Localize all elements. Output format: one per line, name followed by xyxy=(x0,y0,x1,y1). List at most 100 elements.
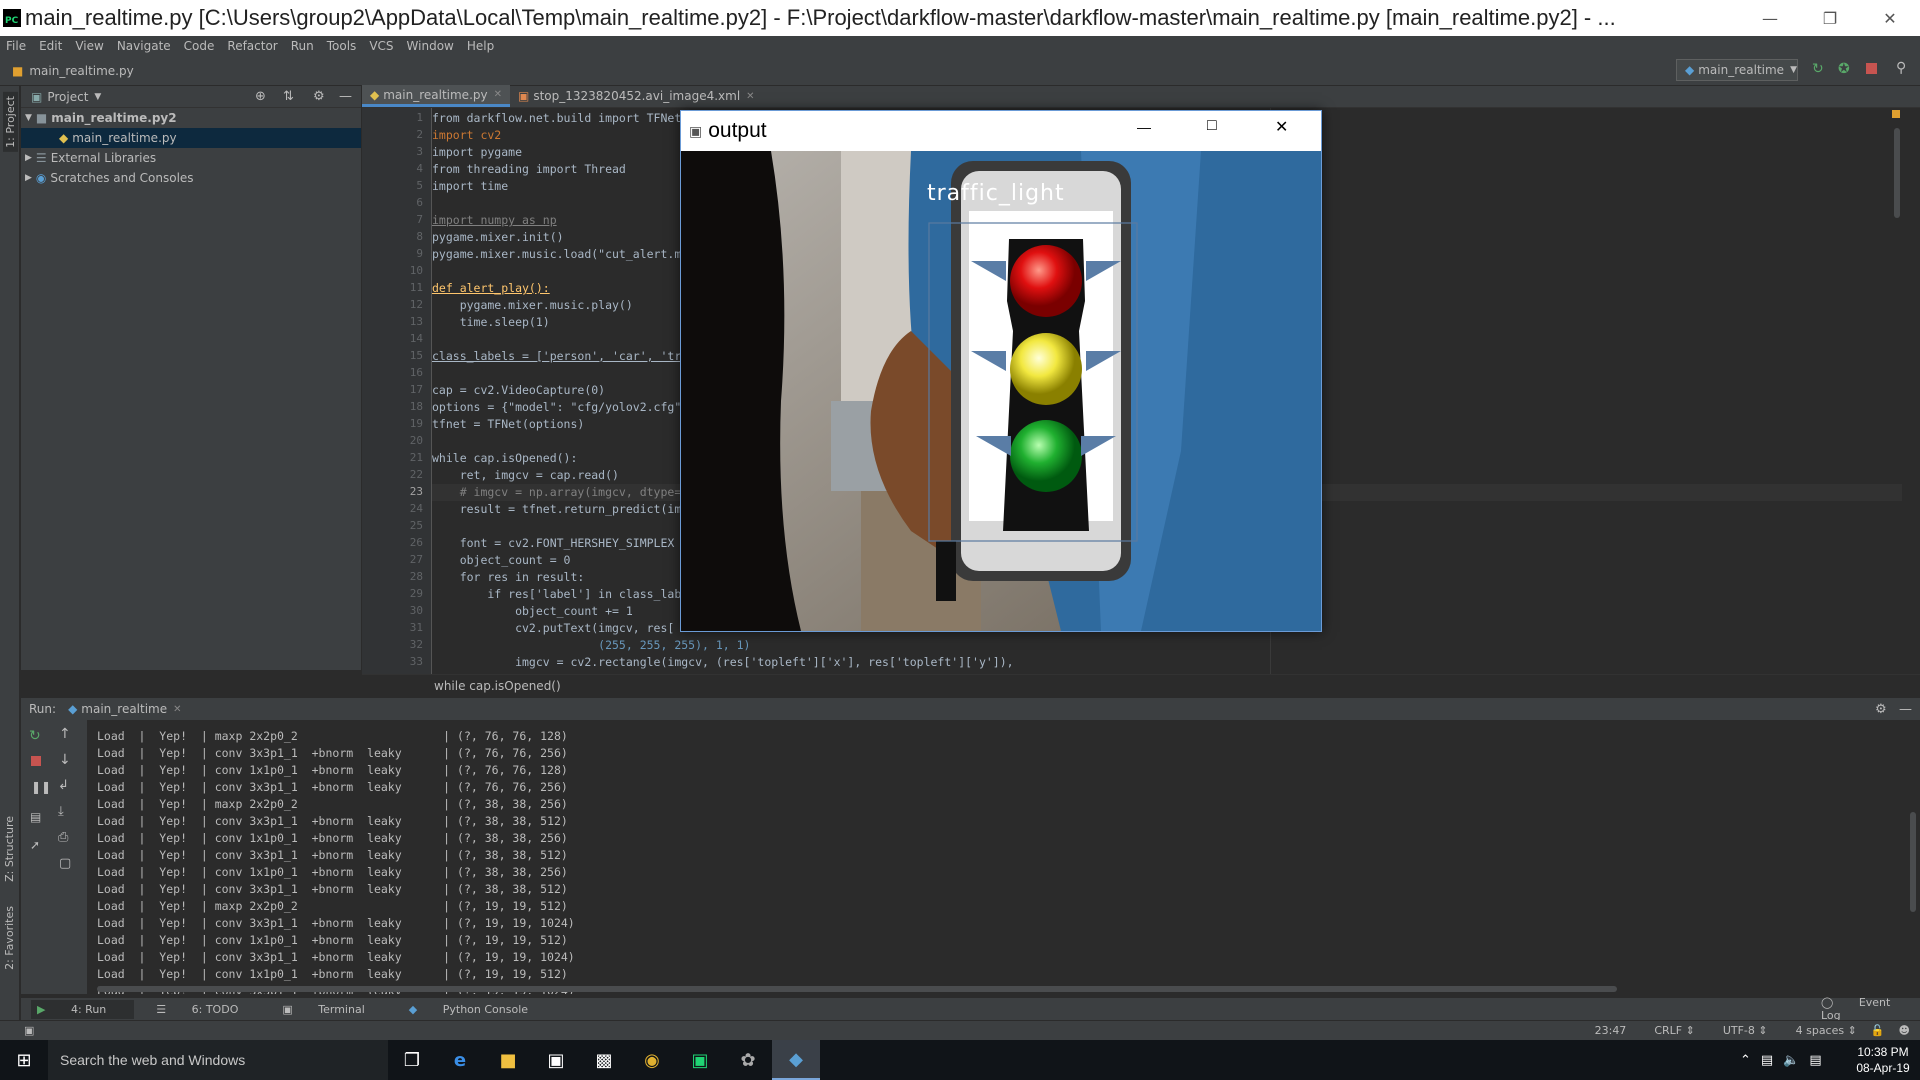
tab-terminal[interactable]: ▣ Terminal xyxy=(282,1003,386,1016)
tab-todo[interactable]: ☰ 6: TODO xyxy=(156,1003,260,1016)
gear-icon[interactable]: ⚙ xyxy=(313,89,325,104)
hide-icon[interactable]: — xyxy=(1899,702,1912,717)
inspector-icon[interactable]: ☻ xyxy=(1899,1024,1910,1037)
close-button[interactable]: ✕ xyxy=(1860,0,1920,36)
maximize-button[interactable]: □ xyxy=(1207,117,1217,135)
tree-item-main-realtime[interactable]: ◆ main_realtime.py xyxy=(21,128,361,148)
editor-scrollbar[interactable] xyxy=(1894,128,1900,218)
project-tool-button[interactable]: 1: Project xyxy=(3,92,18,152)
close-button[interactable]: ✕ xyxy=(1275,117,1288,137)
file-explorer-icon[interactable]: ■ xyxy=(484,1040,532,1080)
project-view-select[interactable]: Project xyxy=(47,90,88,104)
trash-icon[interactable]: ▢ xyxy=(59,856,71,871)
line-number: 31 xyxy=(409,621,423,634)
task-view-icon[interactable]: ❐ xyxy=(388,1040,436,1080)
stop-icon[interactable] xyxy=(1866,63,1877,74)
tab-python-console[interactable]: ◆ Python Console xyxy=(409,1003,550,1016)
breadcrumb-item[interactable]: while cap.isOpened() xyxy=(434,679,561,693)
down-arrow-icon[interactable]: ↓ xyxy=(59,752,71,768)
tray-chevron-icon[interactable]: ⌃ xyxy=(1740,1053,1751,1068)
console-vscrollbar[interactable] xyxy=(1910,812,1916,912)
menu-view[interactable]: View xyxy=(75,39,103,53)
tree-item-external-libraries[interactable]: ▶ ☰ External Libraries xyxy=(21,148,361,168)
stop-icon[interactable] xyxy=(31,756,41,766)
chrome-icon[interactable]: ◉ xyxy=(628,1040,676,1080)
line-number: 29 xyxy=(409,587,423,600)
menu-file[interactable]: File xyxy=(6,39,26,53)
notification-icon[interactable]: ▤ xyxy=(1809,1053,1821,1068)
python-app-icon[interactable]: ✿ xyxy=(724,1040,772,1080)
output-window-titlebar[interactable]: ▣ output — □ ✕ xyxy=(681,111,1321,151)
network-icon[interactable]: ▤ xyxy=(1761,1053,1773,1068)
tree-item-label: main_realtime.py xyxy=(72,131,177,145)
pin-icon[interactable]: ➚ xyxy=(30,838,40,852)
run-console-output[interactable]: Load | Yep! | maxp 2x2p0_2 | (?, 76, 76,… xyxy=(87,720,1920,994)
tab-label: main_realtime.py xyxy=(383,87,488,102)
tree-item-project-root[interactable]: ▼ ■ main_realtime.py2 xyxy=(21,108,361,128)
gear-icon[interactable]: ⚙ xyxy=(1875,702,1887,717)
menu-refactor[interactable]: Refactor xyxy=(227,39,277,53)
menu-help[interactable]: Help xyxy=(467,39,494,53)
up-arrow-icon[interactable]: ↑ xyxy=(59,726,71,742)
scroll-to-end-icon[interactable]: ⤓ xyxy=(58,804,64,819)
menu-window[interactable]: Window xyxy=(407,39,454,53)
search-icon[interactable]: ⚲ xyxy=(1896,60,1906,76)
collapse-icon[interactable]: ⇅ xyxy=(283,89,294,104)
close-tab-icon[interactable]: ✕ xyxy=(173,704,181,715)
collapsed-arrow-icon: ▶ xyxy=(25,173,32,183)
close-tab-icon[interactable]: ✕ xyxy=(494,89,502,100)
cmd-icon[interactable]: ▩ xyxy=(580,1040,628,1080)
structure-tool-button[interactable]: Z: Structure xyxy=(3,816,16,882)
edge-icon[interactable]: e xyxy=(436,1040,484,1080)
menu-run[interactable]: Run xyxy=(291,39,314,53)
inspection-status-icon[interactable] xyxy=(1892,110,1900,118)
close-tab-icon[interactable]: ✕ xyxy=(746,91,754,102)
tab-event-log[interactable]: ◯ Event Log xyxy=(1821,996,1898,1022)
caret-position[interactable]: 23:47 xyxy=(1595,1024,1627,1037)
menu-navigate[interactable]: Navigate xyxy=(117,39,171,53)
menu-vcs[interactable]: VCS xyxy=(369,39,393,53)
project-panel-header: ▣ Project ▼ ⊕ ⇅ ⚙ — xyxy=(21,86,361,108)
print-icon[interactable]: ⎙ xyxy=(58,830,68,845)
restore-button[interactable]: ❐ xyxy=(1800,0,1860,36)
locate-icon[interactable]: ⊕ xyxy=(255,89,266,104)
rerun-icon[interactable]: ↻ xyxy=(1812,61,1824,77)
soft-wrap-icon[interactable]: ↲ xyxy=(58,778,69,793)
hide-icon[interactable]: — xyxy=(339,89,352,104)
lock-icon[interactable]: 🔓 xyxy=(1871,1024,1885,1037)
tab-main-realtime[interactable]: ◆ main_realtime.py ✕ xyxy=(362,85,510,107)
indent-setting[interactable]: 4 spaces ⇕ xyxy=(1782,1024,1857,1037)
file-encoding[interactable]: UTF-8 ⇕ xyxy=(1709,1024,1768,1037)
tab-xml-file[interactable]: ▣ stop_1323820452.avi_image4.xml ✕ xyxy=(510,85,763,107)
rerun-icon[interactable]: ↻ xyxy=(29,728,41,744)
taskbar-search-box[interactable]: Search the web and Windows xyxy=(48,1040,388,1080)
menu-edit[interactable]: Edit xyxy=(39,39,62,53)
favorites-tool-button[interactable]: 2: Favorites xyxy=(3,906,16,970)
layout-icon[interactable]: ▤ xyxy=(30,810,41,824)
minimize-button[interactable]: — xyxy=(1740,0,1800,36)
console-line: Load | Yep! | conv 1x1p0_1 +bnorm leaky … xyxy=(97,831,568,845)
tree-item-scratches[interactable]: ▶ ◉ Scratches and Consoles xyxy=(21,168,361,188)
status-toggle-icon[interactable]: ▣ xyxy=(24,1024,34,1037)
chevron-down-icon[interactable]: ▼ xyxy=(94,92,101,102)
minimize-button[interactable]: — xyxy=(1137,119,1151,135)
tab-run[interactable]: ▶ 4: Run xyxy=(31,999,135,1019)
run-icon: ▶ xyxy=(37,1002,46,1016)
nav-breadcrumb[interactable]: main_realtime.py xyxy=(29,64,133,78)
volume-icon[interactable]: 🔈 xyxy=(1783,1053,1799,1068)
debug-icon[interactable]: ✪ xyxy=(1838,61,1850,77)
taskbar-clock[interactable]: 10:38 PM 08-Apr-19 xyxy=(1848,1044,1918,1076)
menu-code[interactable]: Code xyxy=(184,39,215,53)
line-separator[interactable]: CRLF ⇕ xyxy=(1640,1024,1695,1037)
console-hscrollbar[interactable] xyxy=(97,986,1617,992)
python-window-icon[interactable]: ◆ xyxy=(772,1040,820,1080)
run-config-select[interactable]: ◆ main_realtime ▼ xyxy=(1676,59,1798,81)
pycharm-icon[interactable]: ▣ xyxy=(676,1040,724,1080)
windows-start-button[interactable]: ⊞ xyxy=(0,1040,48,1080)
output-window[interactable]: ▣ output — □ ✕ traffic_light xyxy=(680,110,1322,632)
run-tab-label[interactable]: main_realtime xyxy=(81,702,167,716)
pause-icon[interactable]: ❚❚ xyxy=(31,780,51,794)
store-icon[interactable]: ▣ xyxy=(532,1040,580,1080)
menu-tools[interactable]: Tools xyxy=(327,39,357,53)
window-title: main_realtime.py [C:\Users\group2\AppDat… xyxy=(25,5,1616,30)
